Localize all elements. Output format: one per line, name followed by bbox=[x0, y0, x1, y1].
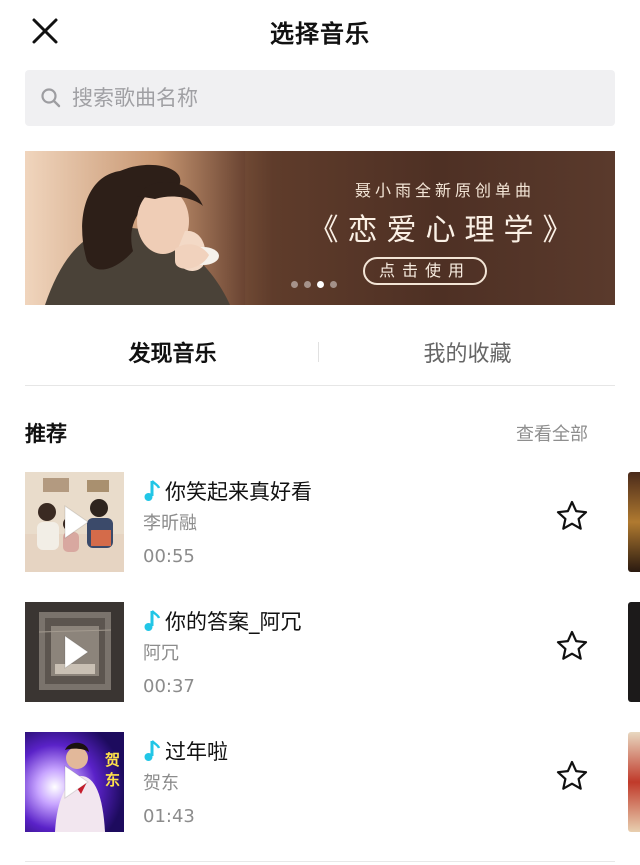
next-cover-peek bbox=[628, 732, 640, 832]
banner-subtitle: 聂小雨全新原创单曲 bbox=[354, 181, 535, 200]
music-note-icon bbox=[144, 740, 161, 761]
banner-cta-button[interactable]: 点击使用 bbox=[363, 257, 487, 285]
tab-discover-music[interactable]: 发现音乐 bbox=[25, 336, 320, 368]
promo-banner[interactable]: 聂小雨全新原创单曲 《恋爱心理学》 点击使用 bbox=[25, 151, 615, 305]
star-outline-icon[interactable] bbox=[555, 759, 589, 793]
song-title-row: 你的答案_阿冗 bbox=[143, 606, 302, 636]
next-cover-peek bbox=[628, 602, 640, 702]
play-icon[interactable] bbox=[62, 764, 90, 800]
see-all-link[interactable]: 查看全部 bbox=[516, 420, 588, 446]
song-duration: 00:55 bbox=[143, 546, 195, 567]
section-title: 推荐 bbox=[25, 422, 67, 446]
search-bar[interactable] bbox=[25, 70, 615, 126]
cover-title-text: 贺东 bbox=[105, 751, 121, 789]
music-note-icon bbox=[144, 610, 161, 631]
tab-my-favorites[interactable]: 我的收藏 bbox=[320, 336, 615, 368]
song-title: 你的答案_阿冗 bbox=[165, 610, 302, 634]
carousel-dot[interactable] bbox=[330, 281, 337, 288]
song-title: 过年啦 bbox=[165, 740, 228, 764]
page-title: 选择音乐 bbox=[270, 20, 370, 48]
song-artist: 贺东 bbox=[143, 773, 179, 794]
tab-divider bbox=[318, 342, 319, 362]
star-outline-icon[interactable] bbox=[555, 629, 589, 663]
music-tabs: 发现音乐 我的收藏 bbox=[25, 318, 615, 386]
carousel-dots bbox=[291, 281, 337, 288]
banner-title: 《恋爱心理学》 bbox=[308, 213, 582, 248]
play-icon[interactable] bbox=[62, 504, 90, 540]
song-cover[interactable] bbox=[25, 472, 124, 572]
next-cover-peek bbox=[628, 472, 640, 572]
song-item[interactable]: 你笑起来真好看 李昕融 00:55 bbox=[25, 472, 625, 572]
song-item[interactable]: 贺东 过年啦 贺东 01:43 bbox=[25, 732, 625, 832]
song-duration: 01:43 bbox=[143, 806, 195, 827]
song-artist: 李昕融 bbox=[143, 513, 197, 534]
song-artist: 阿冗 bbox=[143, 643, 179, 664]
search-icon bbox=[41, 88, 61, 108]
song-cover[interactable]: 贺东 bbox=[25, 732, 124, 832]
song-title-row: 过年啦 bbox=[143, 736, 228, 766]
song-title: 你笑起来真好看 bbox=[165, 480, 312, 504]
banner-photo bbox=[25, 151, 245, 305]
song-item[interactable]: 你的答案_阿冗 阿冗 00:37 bbox=[25, 602, 625, 702]
list-divider bbox=[25, 861, 615, 862]
song-cover[interactable] bbox=[25, 602, 124, 702]
play-icon[interactable] bbox=[62, 634, 90, 670]
song-title-row: 你笑起来真好看 bbox=[143, 476, 312, 506]
search-input[interactable] bbox=[72, 86, 592, 110]
music-note-icon bbox=[144, 480, 161, 501]
header: 选择音乐 bbox=[0, 0, 640, 62]
star-outline-icon[interactable] bbox=[555, 499, 589, 533]
song-duration: 00:37 bbox=[143, 676, 195, 697]
carousel-dot-active[interactable] bbox=[317, 281, 324, 288]
carousel-dot[interactable] bbox=[304, 281, 311, 288]
carousel-dot[interactable] bbox=[291, 281, 298, 288]
